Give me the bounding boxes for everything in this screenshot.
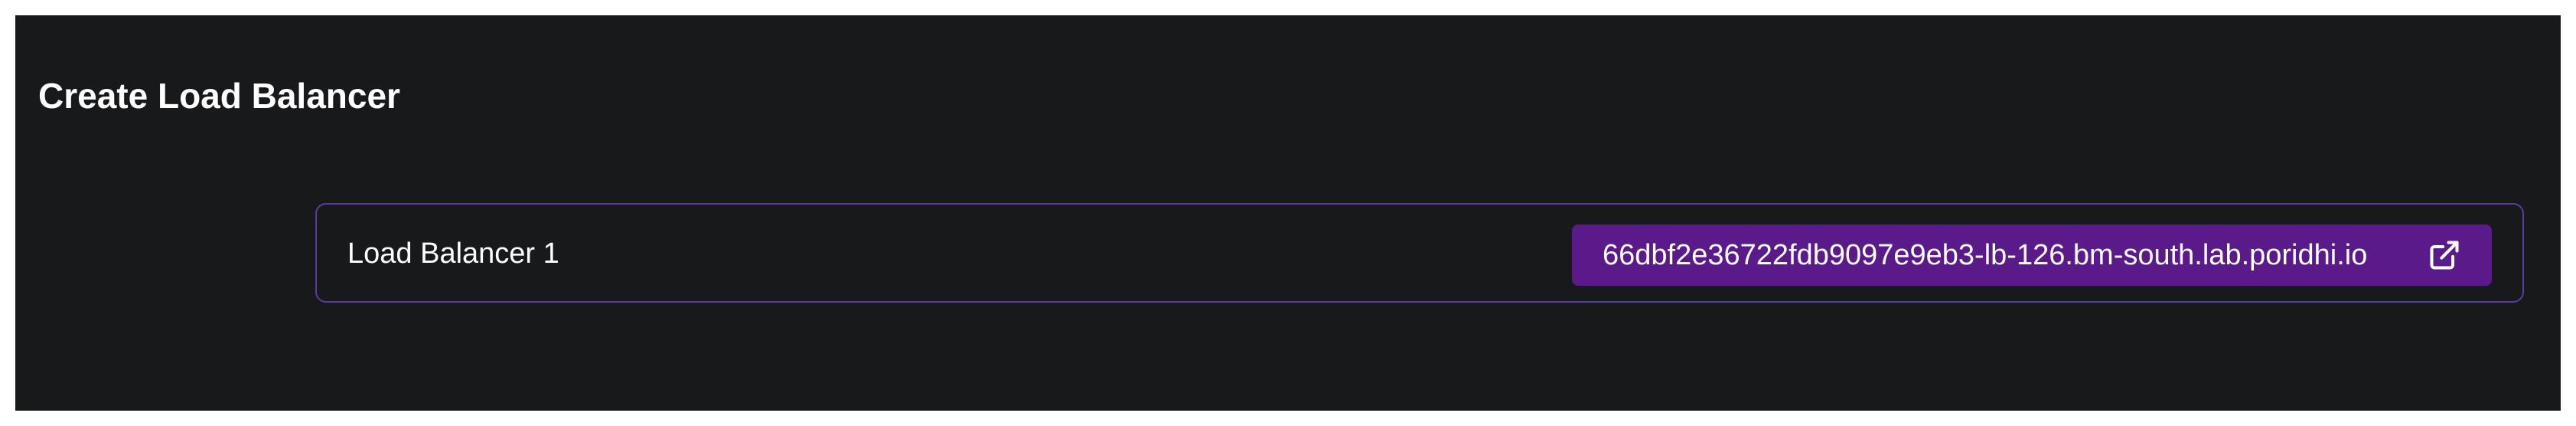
page-title: Create Load Balancer	[38, 76, 400, 116]
load-balancer-url-button[interactable]: 66dbf2e36722fdb9097e9eb3-lb-126.bm-south…	[1572, 224, 2492, 286]
load-balancer-row: Load Balancer 1 66dbf2e36722fdb9097e9eb3…	[315, 203, 2524, 303]
external-link-icon	[2428, 238, 2461, 272]
load-balancer-url: 66dbf2e36722fdb9097e9eb3-lb-126.bm-south…	[1603, 239, 2368, 271]
load-balancer-panel: Create Load Balancer Load Balancer 1 66d…	[15, 15, 2561, 411]
load-balancer-name: Load Balancer 1	[347, 238, 559, 270]
